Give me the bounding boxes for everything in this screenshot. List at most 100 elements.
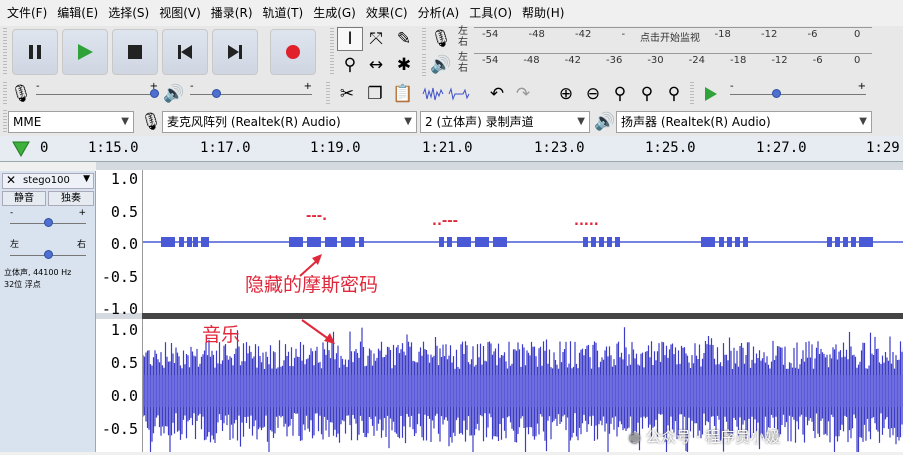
fit-selection-button[interactable]: ⚲ (607, 82, 633, 106)
track-control-panel: ✕ stego100 ▼ 静音 独奏 - + 左 右 立体声, 44100 Hz… (0, 171, 96, 452)
track-gain-knob[interactable] (44, 218, 53, 227)
track-name-bar[interactable]: ✕ stego100 ▼ (2, 173, 94, 189)
play-volume-slider[interactable]: - + (190, 81, 312, 104)
record-button[interactable] (270, 29, 316, 75)
wechat-icon: ◉ (628, 428, 642, 446)
skip-to-end-button[interactable] (212, 29, 258, 75)
fit-project-button[interactable]: ⚲ (634, 82, 660, 106)
recording-channels-select[interactable]: 2 (立体声) 录制声道 ▼ (420, 111, 590, 133)
multi-tool[interactable]: ✱ (391, 53, 417, 77)
record-volume-slider[interactable]: - + (36, 81, 159, 104)
zoom-out-button[interactable]: ⊖ (580, 82, 606, 106)
play-speed-knob[interactable] (772, 89, 781, 98)
morse-pulse (843, 237, 848, 247)
fit-project-icon: ⚲ (640, 84, 654, 104)
morse-mark-1: ---. (306, 209, 328, 224)
menu-item-8[interactable]: 分析(A) (413, 2, 465, 24)
toolbar-grip[interactable] (3, 28, 7, 76)
play-speed-slider[interactable]: - + (730, 81, 866, 104)
menu-item-3[interactable]: 视图(V) (154, 2, 206, 24)
menu-bar: 文件(F) 编辑(E) 选择(S) 视图(V) 播录(R) 轨道(T) 生成(G) 效果(C)… (0, 0, 903, 26)
menu-item-2[interactable]: 选择(S) (103, 2, 154, 24)
track-pan-slider[interactable]: 左 右 (10, 240, 86, 265)
track-format: 32位 浮点 (4, 280, 41, 289)
chevron-down-icon: ▼ (577, 116, 585, 127)
record-volume-knob[interactable] (150, 89, 159, 98)
timeline-ruler[interactable]: 0 1:15.0 1:17.0 1:19.0 1:21.0 1:23.0 1:25.0 1:2… (0, 136, 903, 162)
skip-to-start-button[interactable] (162, 29, 208, 75)
undo-button[interactable]: ↶ (484, 82, 510, 106)
recording-device-select[interactable]: 麦克风阵列 (Realtek(R) Audio) ▼ (162, 111, 417, 133)
track-menu-chevron-icon[interactable]: ▼ (83, 174, 90, 184)
ruler-tick-label: 1:27.0 (756, 140, 807, 156)
stop-button[interactable] (112, 29, 158, 75)
close-icon[interactable]: ✕ (6, 173, 16, 187)
play-meter[interactable]: -54 -48 -42 -36 -30 -24 -18 -12 -6 0 (474, 53, 872, 75)
track-pan-knob[interactable] (44, 250, 53, 259)
redo-button[interactable]: ↷ (510, 82, 536, 106)
silence-button[interactable] (446, 82, 472, 106)
tools-grip[interactable] (330, 28, 334, 76)
zoom-toggle-button[interactable]: ⚲ (661, 82, 687, 106)
morse-pulse (187, 237, 192, 247)
menu-item-7[interactable]: 效果(C) (361, 2, 413, 24)
mute-button[interactable]: 静音 (2, 191, 46, 206)
menu-item-10[interactable]: 帮助(H) (517, 2, 569, 24)
draw-tool[interactable]: ✎ (391, 27, 417, 51)
edit-grip[interactable] (326, 82, 330, 106)
copy-icon: ❐ (367, 84, 383, 104)
zoom-in-button[interactable]: ⊕ (553, 82, 579, 106)
meter-tick-label: -42 (575, 29, 592, 40)
meter-grip[interactable] (422, 28, 426, 50)
play-button[interactable] (62, 29, 108, 75)
play-meter-grip[interactable] (422, 54, 426, 76)
morse-pulse (583, 237, 588, 247)
track-gain-slider[interactable]: - + (10, 208, 86, 233)
play-meter-button[interactable]: 🔊 (428, 53, 454, 77)
menu-item-9[interactable]: 工具(O) (464, 2, 517, 24)
record-left-label: 左 (458, 26, 468, 37)
audio-host-select[interactable]: MME ▼ (8, 111, 134, 133)
meter-tick-label: -36 (606, 55, 623, 66)
channel-2-axis: 1.0 0.5 0.0 -0.5 (96, 319, 142, 452)
ruler-tick-label: 0 (40, 140, 49, 156)
menu-item-1[interactable]: 编辑(E) (52, 2, 103, 24)
trim-button[interactable] (420, 82, 446, 106)
track-name: stego100 (23, 175, 70, 186)
record-meter[interactable]: -54-48-42--4-18-12-60点击开始监视 (474, 27, 872, 49)
device-grip[interactable] (3, 110, 7, 134)
meter-tick-label: -42 (564, 55, 581, 66)
play-icon (78, 44, 93, 60)
pause-button[interactable] (12, 29, 58, 75)
play-volume-knob[interactable] (212, 89, 221, 98)
playback-device-select[interactable]: 扬声器 (Realtek(R) Audio) ▼ (616, 111, 872, 133)
axis-tick-label: -1.0 (101, 300, 138, 318)
record-meter-button[interactable]: 🎙 (428, 27, 454, 51)
time-shift-tool[interactable]: ↔ (363, 53, 389, 77)
menu-item-0[interactable]: 文件(F) (2, 2, 52, 24)
cut-button[interactable]: ✂ (334, 82, 360, 106)
play-at-speed-button[interactable] (698, 82, 724, 106)
solo-button[interactable]: 独奏 (48, 191, 94, 206)
menu-item-4[interactable]: 播录(R) (206, 2, 258, 24)
axis-tick-label: 0.0 (110, 387, 138, 405)
meter-tick-label: -6 (812, 55, 823, 66)
play-icon (705, 87, 717, 101)
selection-tool[interactable]: I (337, 27, 363, 51)
envelope-tool[interactable]: ⤧ (363, 27, 389, 51)
recording-channels-value: 2 (立体声) 录制声道 (425, 115, 534, 129)
zoom-tool[interactable]: ⚲ (337, 53, 363, 77)
menu-item-6[interactable]: 生成(G) (308, 2, 361, 24)
copy-button[interactable]: ❐ (362, 82, 388, 106)
mixer-grip[interactable] (3, 82, 7, 106)
paste-button[interactable]: 📋 (390, 82, 416, 106)
menu-item-5[interactable]: 轨道(T) (258, 2, 309, 24)
play-at-speed-grip[interactable] (690, 82, 694, 106)
record-right-label: 右 (458, 37, 468, 48)
channel-2-waveform[interactable] (142, 319, 903, 455)
morse-pulse (161, 237, 175, 247)
monitor-hint[interactable]: 点击开始监视 (640, 29, 700, 44)
play-head-triangle-icon[interactable] (12, 141, 30, 157)
morse-pulse (307, 237, 321, 247)
microphone-icon: 🎙 (10, 84, 32, 104)
